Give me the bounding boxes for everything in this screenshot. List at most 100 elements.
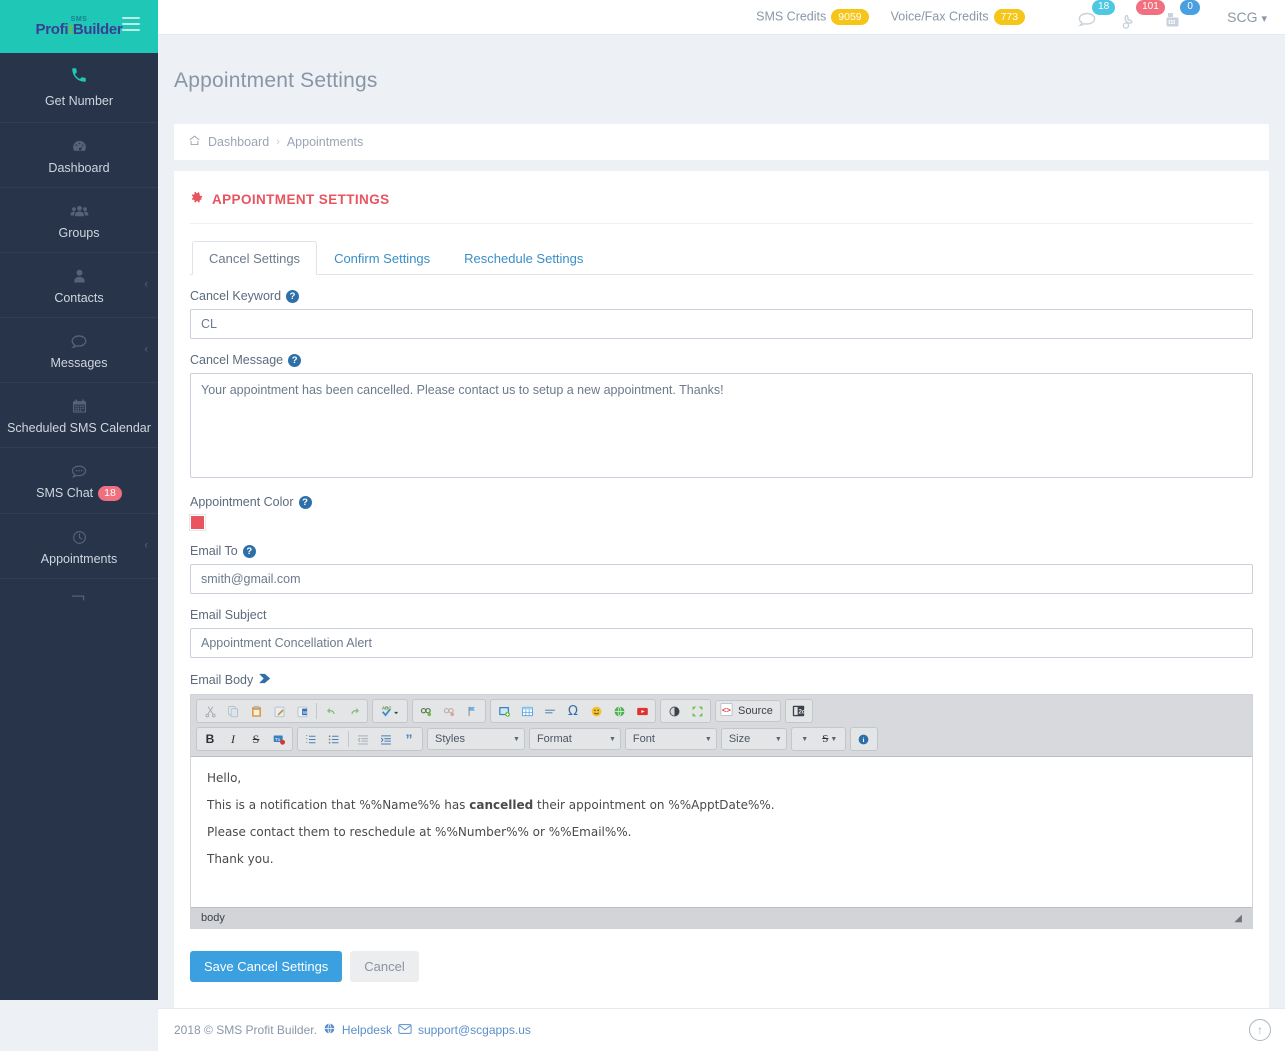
- editor-content-area[interactable]: Hello, This is a notification that %%Nam…: [191, 757, 1252, 908]
- undo-icon[interactable]: [320, 701, 342, 721]
- sidebar-item-get-number[interactable]: Get Number: [0, 53, 158, 123]
- chat-badge: 18: [1092, 0, 1116, 15]
- styles-select[interactable]: Styles ▼: [427, 728, 525, 751]
- copy-icon[interactable]: [222, 701, 244, 721]
- sidebar-item-partial[interactable]: [0, 579, 158, 621]
- field-cancel-message: Cancel Message ? Your appointment has be…: [190, 339, 1253, 481]
- tab-cancel-settings[interactable]: Cancel Settings: [192, 241, 318, 276]
- indent-icon[interactable]: [375, 729, 397, 749]
- field-email-to: Email To ?: [190, 530, 1253, 595]
- scroll-to-top-button[interactable]: ↑: [1249, 1019, 1271, 1042]
- form-actions: Save Cancel Settings Cancel: [190, 951, 1253, 983]
- support-email-link[interactable]: support@scgapps.us: [418, 1023, 531, 1037]
- helpdesk-link[interactable]: Helpdesk: [342, 1023, 392, 1037]
- cancel-keyword-input[interactable]: [190, 309, 1253, 340]
- bold-icon[interactable]: B: [199, 729, 221, 749]
- cancel-button[interactable]: Cancel: [350, 951, 419, 983]
- chat-bubble-icon-button[interactable]: 18: [1073, 0, 1117, 34]
- smiley-icon[interactable]: [585, 701, 607, 721]
- help-icon[interactable]: ?: [298, 495, 312, 509]
- fax-icon-button[interactable]: 0: [1161, 0, 1205, 34]
- editor-element-path[interactable]: body: [201, 912, 225, 924]
- remove-format-icon[interactable]: Tx: [268, 729, 290, 749]
- bulleted-list-icon[interactable]: [323, 729, 345, 749]
- sms-credits: SMS Credits 9059: [756, 9, 869, 25]
- dashboard-icon: [0, 136, 158, 155]
- strikethrough-icon[interactable]: S: [245, 729, 267, 749]
- show-blocks-icon[interactable]: [663, 701, 685, 721]
- phone-icon-button[interactable]: 101: [1117, 0, 1165, 34]
- paste-icon[interactable]: [245, 701, 267, 721]
- anchor-icon[interactable]: [461, 701, 483, 721]
- font-select[interactable]: Font ▼: [624, 728, 717, 751]
- source-button[interactable]: <> Source: [715, 700, 781, 723]
- save-cancel-settings-button[interactable]: Save Cancel Settings: [190, 951, 343, 983]
- sidebar-item-scheduled-sms-calendar[interactable]: Scheduled SMS Calendar: [0, 383, 158, 449]
- chevron-down-icon: ▼: [608, 735, 616, 743]
- unlink-icon[interactable]: [438, 701, 460, 721]
- format-select[interactable]: Format ▼: [528, 728, 621, 751]
- link-icon[interactable]: [415, 701, 437, 721]
- info-icon[interactable]: i: [853, 729, 875, 749]
- help-icon[interactable]: ?: [286, 289, 300, 303]
- maximize-icon[interactable]: [686, 701, 708, 721]
- breadcrumb-item-dashboard[interactable]: Dashboard: [208, 135, 269, 149]
- menu-toggle-button[interactable]: [122, 17, 140, 31]
- email-subject-label: Email Subject: [190, 608, 1253, 622]
- chat-icon: [0, 461, 158, 480]
- youtube-icon[interactable]: [631, 701, 653, 721]
- sms-credits-label: SMS Credits: [756, 9, 827, 24]
- groups-icon: [0, 201, 158, 220]
- email-to-input[interactable]: [190, 564, 1253, 595]
- sidebar-item-appointments[interactable]: Appointments ‹: [0, 514, 158, 580]
- email-body-label: Email Body: [190, 672, 1253, 688]
- footer: 2018 © SMS Profit Builder. Helpdesk supp…: [158, 1008, 1285, 1051]
- breadcrumb-item-appointments: Appointments: [286, 135, 364, 150]
- outdent-icon[interactable]: [352, 729, 374, 749]
- redo-icon[interactable]: [343, 701, 365, 721]
- format-select-label: Format: [536, 733, 572, 746]
- text-color-icon[interactable]: ▼: [794, 729, 816, 749]
- label-text: Cancel Message: [190, 353, 284, 368]
- label-text: Appointment Color: [190, 495, 294, 510]
- sidebar-item-sms-chat[interactable]: SMS Chat 18: [0, 448, 158, 515]
- cancel-message-textarea[interactable]: Your appointment has been cancelled. Ple…: [190, 373, 1253, 479]
- paste-text-icon[interactable]: [268, 701, 290, 721]
- iframe-icon[interactable]: [608, 701, 630, 721]
- size-select[interactable]: Size ▼: [720, 728, 787, 751]
- chevron-left-icon: ‹: [144, 343, 148, 356]
- calendar-icon: [0, 396, 158, 415]
- spellcheck-icon[interactable]: ABC: [375, 701, 405, 721]
- help-icon[interactable]: ?: [288, 353, 302, 367]
- horizontal-rule-icon[interactable]: [539, 701, 561, 721]
- tab-confirm-settings[interactable]: Confirm Settings: [317, 241, 447, 275]
- chevron-left-icon: ‹: [144, 278, 148, 291]
- background-color-icon[interactable]: S ▼: [817, 729, 843, 749]
- resize-handle[interactable]: ◢: [1234, 913, 1242, 924]
- italic-icon[interactable]: I: [222, 729, 244, 749]
- field-email-body: Email Body W ABC Ω <> Source 2d B I S Tx…: [190, 658, 1253, 930]
- table-icon[interactable]: [516, 701, 538, 721]
- rich-text-editor: W ABC Ω <> Source 2d B I S Tx ” Styles ▼…: [190, 694, 1253, 930]
- panel-heading: APPOINTMENT SETTINGS: [190, 191, 1253, 225]
- email-subject-input[interactable]: [190, 628, 1253, 659]
- image-icon[interactable]: [493, 701, 515, 721]
- user-menu[interactable]: SCG ▾: [1227, 9, 1267, 25]
- help-icon[interactable]: ?: [242, 544, 256, 558]
- paste-from-word-icon[interactable]: W: [291, 701, 313, 721]
- special-char-icon[interactable]: Ω: [562, 701, 584, 721]
- sidebar-item-dashboard[interactable]: Dashboard: [0, 123, 158, 189]
- sidebar-item-messages[interactable]: Messages ‹: [0, 318, 158, 384]
- numbered-list-icon[interactable]: [300, 729, 322, 749]
- cut-icon[interactable]: [199, 701, 221, 721]
- appointment-color-swatch[interactable]: [189, 514, 206, 532]
- chevron-down-icon: ▼: [774, 735, 782, 743]
- tab-reschedule-settings[interactable]: Reschedule Settings: [447, 241, 600, 275]
- templates-icon[interactable]: 2d: [788, 701, 810, 721]
- blockquote-icon[interactable]: ”: [398, 729, 420, 749]
- logo[interactable]: SMS ProfitBuilder: [36, 16, 123, 37]
- partial-icon: [69, 591, 89, 610]
- sidebar-item-groups[interactable]: Groups: [0, 188, 158, 254]
- field-cancel-keyword: Cancel Keyword ?: [190, 275, 1253, 340]
- sidebar-item-contacts[interactable]: Contacts ‹: [0, 253, 158, 319]
